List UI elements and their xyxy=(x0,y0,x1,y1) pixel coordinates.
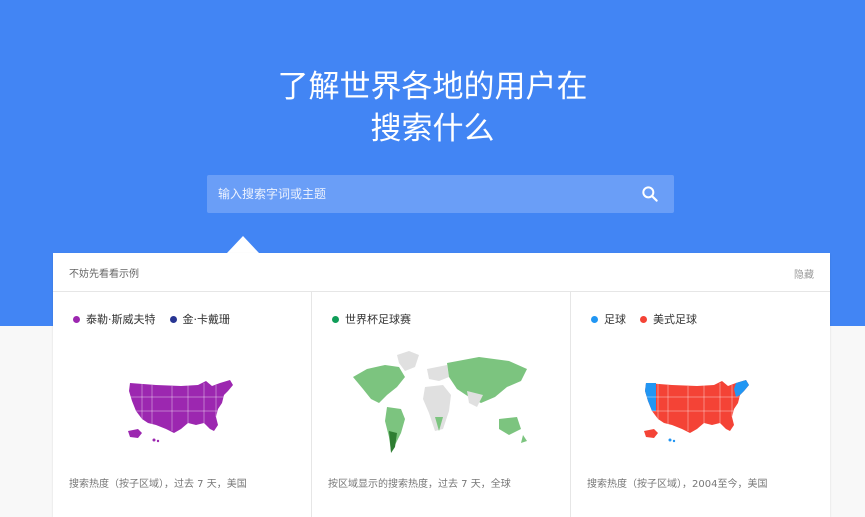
legend-item: 美式足球 xyxy=(640,311,697,327)
legend-dot xyxy=(591,316,598,323)
legend-item: 世界杯足球赛 xyxy=(332,311,411,327)
search-box xyxy=(207,175,674,213)
card-footer: 按区域显示的搜索热度，过去 7 天，全球 xyxy=(328,479,511,490)
card-footer: 搜索热度（按子区域），过去 7 天，美国 xyxy=(69,479,247,490)
panel-pointer xyxy=(227,236,259,253)
us-map xyxy=(128,380,233,443)
legend-label: 世界杯足球赛 xyxy=(345,313,411,326)
legend-item: 金·卡戴珊 xyxy=(169,311,231,327)
search-icon[interactable] xyxy=(640,184,660,204)
page-headline: 了解世界各地的用户在 搜索什么 xyxy=(0,66,865,150)
legend-label: 金·卡戴珊 xyxy=(182,313,231,326)
card-legend: 足球 美式足球 xyxy=(591,311,711,327)
examples-title: 不妨先看看示例 xyxy=(69,269,139,280)
card-legend: 世界杯足球赛 xyxy=(332,311,425,327)
legend-dot xyxy=(332,316,339,323)
us-map xyxy=(644,380,749,443)
legend-label: 足球 xyxy=(604,313,626,326)
example-card-2[interactable]: 世界杯足球赛 按区域显示的搜索热度，过去 7 天，全球 xyxy=(312,292,571,517)
example-card-1[interactable]: 泰勒·斯威夫特 金·卡戴珊 搜索热度（按子区域），过去 7 天，美国 xyxy=(53,292,312,517)
legend-label: 泰勒·斯威夫特 xyxy=(86,313,156,326)
examples-header: 不妨先看看示例 隐藏 xyxy=(53,253,830,292)
hide-button[interactable]: 隐藏 xyxy=(794,266,814,281)
card-legend: 泰勒·斯威夫特 金·卡戴珊 xyxy=(73,311,244,327)
legend-dot xyxy=(169,316,177,323)
card-footer: 搜索热度（按子区域），2004至今，美国 xyxy=(587,479,768,490)
legend-label: 美式足球 xyxy=(653,313,697,326)
legend-dot xyxy=(73,316,80,323)
legend-item: 足球 xyxy=(591,311,626,327)
headline-line-1: 了解世界各地的用户在 xyxy=(277,69,588,105)
examples-panel: 不妨先看看示例 隐藏 泰勒·斯威夫特 金·卡戴珊 搜索热度（按子区域），过去 7 … xyxy=(53,253,830,517)
search-input[interactable] xyxy=(207,175,637,213)
world-map xyxy=(353,351,527,453)
example-card-3[interactable]: 足球 美式足球 搜索热度（按子区域），2004至今，美国 xyxy=(571,292,830,517)
legend-dot xyxy=(640,316,647,323)
headline-line-2: 搜索什么 xyxy=(370,111,495,147)
legend-item: 泰勒·斯威夫特 xyxy=(73,311,156,327)
